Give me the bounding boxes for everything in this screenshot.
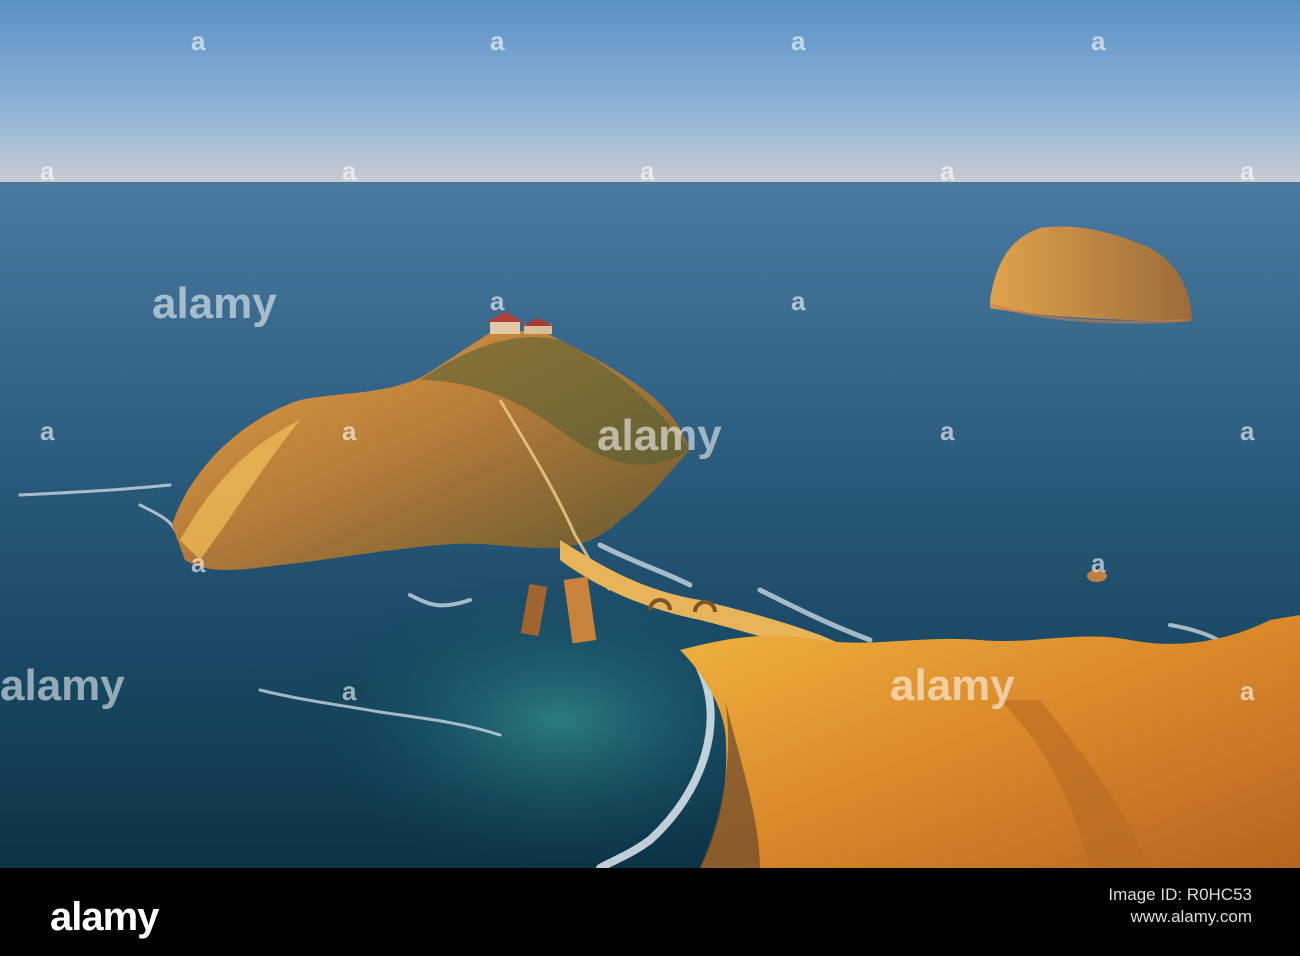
footer-image-id-label: Image ID: R0HC53 — [1108, 885, 1252, 904]
coastal-landscape-photo — [0, 0, 1300, 868]
footer-info: Image ID: R0HC53 www.alamy.com — [1108, 884, 1252, 928]
sky — [0, 0, 1300, 183]
footer-logo: alamy — [50, 895, 161, 939]
mainland-cliff — [680, 615, 1300, 868]
footer-url: www.alamy.com — [1130, 907, 1252, 926]
small-rock — [1087, 570, 1107, 582]
photo-frame: alamy alamy alamy alamy a a a a a a a a … — [0, 0, 1300, 956]
footer-logo-text: alamy — [50, 895, 160, 939]
